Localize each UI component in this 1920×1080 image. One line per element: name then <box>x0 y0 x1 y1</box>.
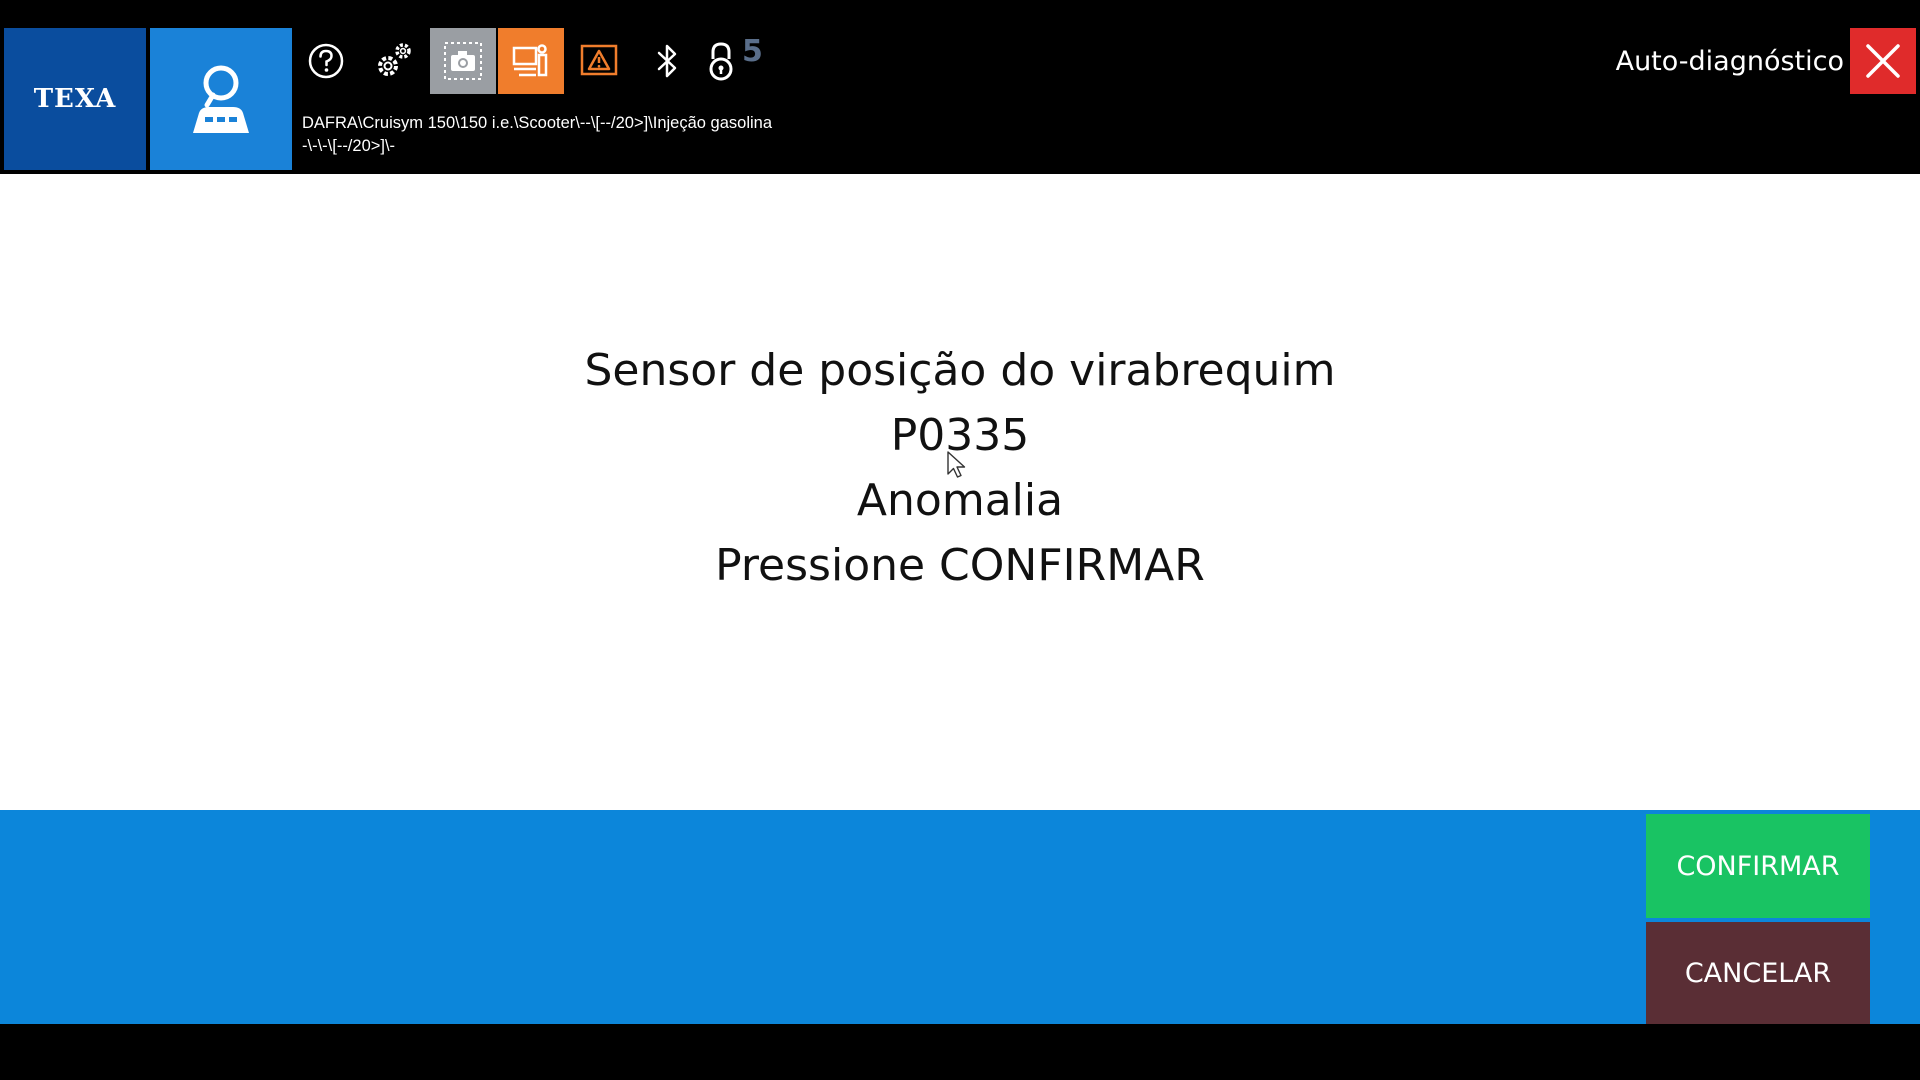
warning-button[interactable] <box>566 28 632 94</box>
instruction-text: Pressione CONFIRMAR <box>715 540 1205 591</box>
warning-icon <box>580 44 618 76</box>
help-icon <box>308 43 344 79</box>
help-button[interactable] <box>293 28 359 94</box>
lock-icon <box>709 42 733 81</box>
message-panel: Sensor de posição do virabrequim P0335 A… <box>0 174 1920 810</box>
breadcrumb-line-2: -\-\-\[--/20>]\- <box>302 137 396 155</box>
cancel-button[interactable]: CANCELAR <box>1646 922 1870 1024</box>
vehicle-diagnosis-icon <box>193 65 249 133</box>
component-name: Sensor de posição do virabrequim <box>584 345 1336 396</box>
top-bar: TEXA 5 DAFRA\Cruisym 150\150 i.e.\Scoote… <box>0 0 1920 174</box>
breadcrumb: DAFRA\Cruisym 150\150 i.e.\Scooter\--\[-… <box>302 112 862 158</box>
action-bar <box>0 810 1920 1024</box>
notification-count: 5 <box>742 34 763 69</box>
settings-button[interactable] <box>361 28 427 94</box>
logo-text: TEXA <box>33 84 117 114</box>
device-info-icon <box>512 44 548 77</box>
confirm-button[interactable]: CONFIRMAR <box>1646 814 1870 918</box>
close-button[interactable] <box>1850 28 1916 94</box>
screenshot-button[interactable] <box>430 28 496 94</box>
bluetooth-icon <box>657 44 677 78</box>
close-icon <box>1866 44 1900 78</box>
texa-logo: TEXA <box>4 28 146 170</box>
mouse-cursor-icon <box>947 451 966 478</box>
breadcrumb-line-1: DAFRA\Cruisym 150\150 i.e.\Scooter\--\[-… <box>302 114 773 132</box>
page-title: Auto-diagnóstico <box>1615 46 1844 77</box>
vehicle-diagnosis-button[interactable] <box>150 28 292 170</box>
settings-icon <box>378 43 411 76</box>
device-info-button[interactable] <box>498 28 564 94</box>
screenshot-icon <box>444 42 482 80</box>
